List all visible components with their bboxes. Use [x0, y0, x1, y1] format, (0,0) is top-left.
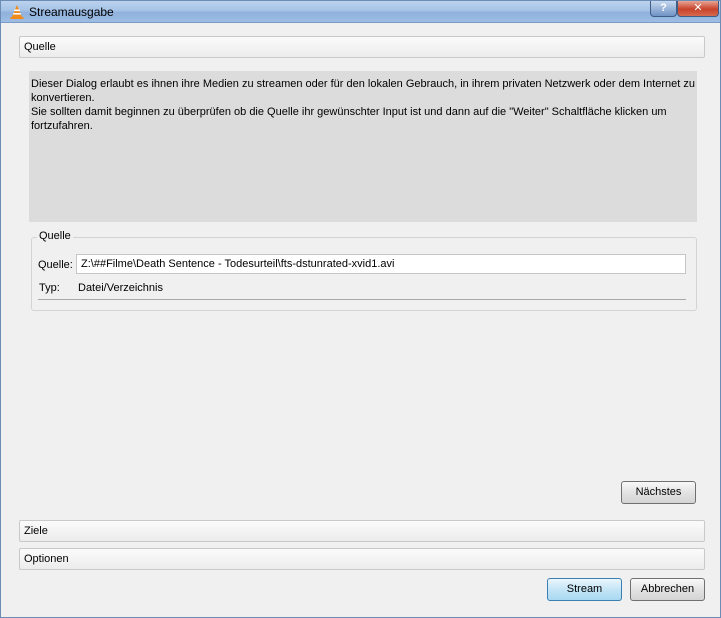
info-panel: Dieser Dialog erlaubt es ihnen ihre Medi… — [29, 71, 697, 222]
close-button[interactable]: ✕ — [677, 1, 719, 17]
separator — [38, 299, 686, 300]
type-label: Typ: — [39, 282, 60, 294]
stream-output-dialog: Streamausgabe ? ✕ Quelle Dieser Dialog e… — [0, 0, 721, 618]
section-source-header[interactable]: Quelle — [19, 36, 705, 58]
source-label: Quelle: — [38, 259, 73, 271]
type-value: Datei/Verzeichnis — [78, 282, 163, 294]
info-text-2: Sie sollten damit beginnen zu überprüfen… — [31, 106, 667, 132]
cancel-button[interactable]: Abbrechen — [630, 578, 705, 601]
stream-button[interactable]: Stream — [547, 578, 622, 601]
help-button[interactable]: ? — [650, 1, 677, 17]
vlc-cone-icon — [10, 5, 24, 19]
next-button[interactable]: Nächstes — [621, 481, 696, 504]
info-text-1: Dieser Dialog erlaubt es ihnen ihre Medi… — [31, 78, 696, 104]
source-groupbox-title: Quelle — [37, 230, 73, 242]
source-path-field[interactable]: Z:\##Filme\Death Sentence - Todesurteil\… — [76, 254, 686, 274]
section-options-header[interactable]: Optionen — [19, 548, 705, 570]
title-bar[interactable]: Streamausgabe ? ✕ — [1, 1, 720, 23]
window-title: Streamausgabe — [29, 5, 114, 19]
section-targets-header[interactable]: Ziele — [19, 520, 705, 542]
